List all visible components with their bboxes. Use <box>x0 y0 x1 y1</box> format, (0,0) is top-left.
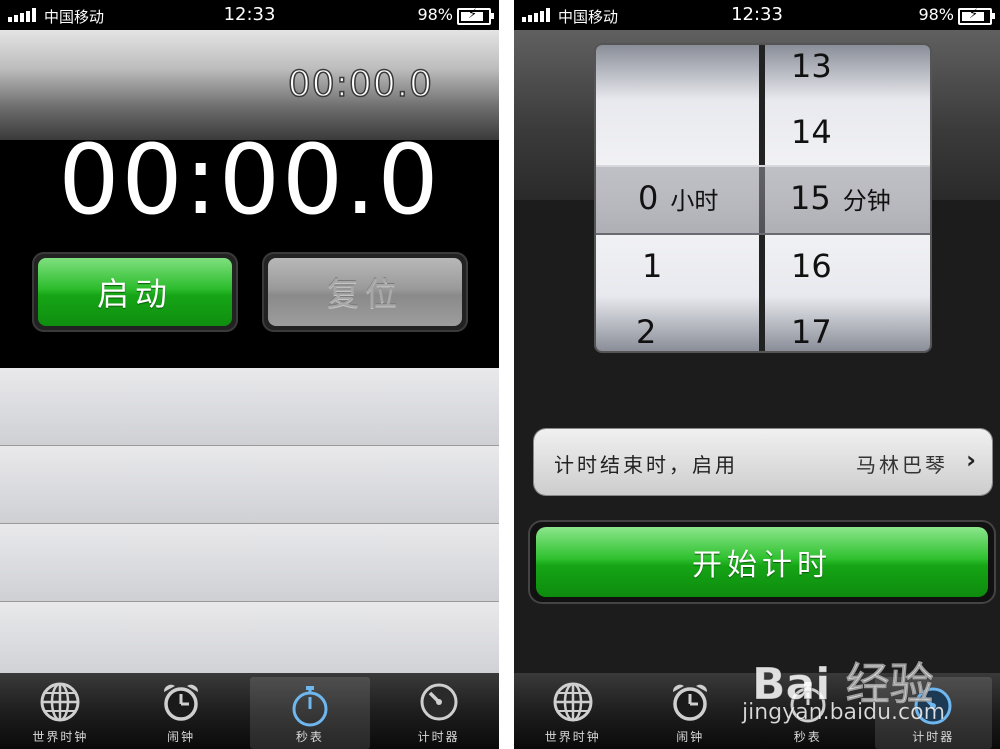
reset-button[interactable]: 复位 <box>268 258 462 326</box>
alarm-clock-icon <box>164 684 199 721</box>
tab-label: 计时器 <box>417 730 460 744</box>
selected-minutes: 15 分钟 <box>790 179 891 217</box>
timer-screen: 中国移动 12:33 98% ⚡ 1 2 13 14 16 17 0 小时 15 分… <box>514 0 1000 749</box>
hours-option[interactable]: 1 <box>642 247 662 285</box>
tab-world-clock[interactable]: 世界时钟 <box>0 673 121 749</box>
tab-label: 闹钟 <box>676 730 705 744</box>
hours-option[interactable]: 2 <box>636 313 656 351</box>
minutes-option[interactable]: 17 <box>791 313 832 351</box>
alarm-clock-icon <box>673 684 708 721</box>
tab-label: 计时器 <box>912 730 955 744</box>
timer-icon <box>420 683 458 721</box>
when-timer-ends-value: 马林巴琴 <box>856 453 948 477</box>
reset-button-well: 复位 <box>262 252 468 332</box>
stopwatch-icon <box>790 682 826 723</box>
timer-icon <box>914 687 952 725</box>
start-timer-well: 开始计时 <box>528 520 996 604</box>
tab-timer[interactable]: 计时器 <box>874 677 992 749</box>
tab-label: 世界时钟 <box>32 730 89 744</box>
tab-label: 闹钟 <box>167 730 196 744</box>
selected-hours: 0 小时 <box>638 179 718 217</box>
chevron-right-icon: › <box>966 446 976 474</box>
globe-icon <box>40 682 80 722</box>
lap-row <box>0 524 499 602</box>
minutes-option[interactable]: 14 <box>791 113 832 151</box>
minutes-unit: 分钟 <box>842 187 891 215</box>
tab-label: 世界时钟 <box>544 730 601 744</box>
lap-row <box>0 602 499 680</box>
globe-icon <box>553 682 593 722</box>
lap-list <box>0 368 499 680</box>
start-button-well: 启动 <box>32 252 238 332</box>
lap-time: 00:00.0 <box>287 63 433 106</box>
minutes-option[interactable]: 13 <box>791 47 832 85</box>
start-button[interactable]: 启动 <box>38 258 232 326</box>
lap-row <box>0 446 499 524</box>
tab-stopwatch[interactable]: 秒表 <box>249 677 371 749</box>
stopwatch-screen: 中国移动 12:33 98% ⚡ 00:00.0 00:00.0 启动 复位 世… <box>0 0 499 749</box>
main-time-display: 00:00.0 <box>58 124 441 236</box>
battery-icon: ⚡ <box>457 7 494 25</box>
tab-label: 秒表 <box>295 730 324 744</box>
status-bar: 中国移动 12:33 98% ⚡ <box>0 0 499 30</box>
battery-percent: 98% <box>417 5 453 24</box>
tab-alarm[interactable]: 闹钟 <box>632 673 750 749</box>
lap-row <box>0 368 499 446</box>
battery-percent: 98% <box>918 5 954 24</box>
tab-label: 秒表 <box>793 730 822 744</box>
start-timer-button[interactable]: 开始计时 <box>536 527 988 597</box>
hours-unit: 小时 <box>670 187 719 215</box>
tab-timer[interactable]: 计时器 <box>378 673 499 749</box>
tab-stopwatch[interactable]: 秒表 <box>749 673 867 749</box>
battery-icon: ⚡ <box>958 7 995 25</box>
duration-picker[interactable]: 1 2 13 14 16 17 0 小时 15 分钟 <box>596 45 930 351</box>
selected-hours-value: 0 <box>638 179 659 217</box>
tab-alarm[interactable]: 闹钟 <box>121 673 242 749</box>
minutes-option[interactable]: 16 <box>791 247 832 285</box>
stopwatch-icon <box>292 686 328 727</box>
selected-minutes-value: 15 <box>790 179 831 217</box>
tab-world-clock[interactable]: 世界时钟 <box>514 673 632 749</box>
when-timer-ends-label: 计时结束时，启用 <box>554 453 738 477</box>
status-bar: 中国移动 12:33 98% ⚡ <box>514 0 1000 30</box>
tab-bar: 世界时钟 闹钟 秒表 计时器 <box>514 673 1000 749</box>
tab-bar: 世界时钟 闹钟 秒表 计时器 <box>0 673 499 749</box>
when-timer-ends-row[interactable]: 计时结束时，启用 马林巴琴 › <box>534 429 992 495</box>
